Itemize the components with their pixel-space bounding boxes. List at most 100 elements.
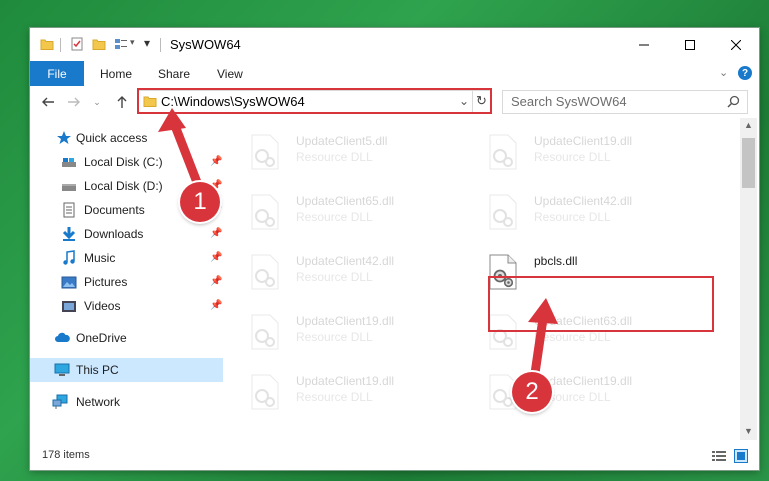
sidebar-item-onedrive[interactable]: OneDrive bbox=[30, 326, 223, 350]
back-button[interactable] bbox=[40, 94, 56, 110]
file-name: UpdateClient65.dll bbox=[296, 194, 395, 208]
expand-ribbon-icon[interactable]: ⌄ bbox=[719, 66, 728, 79]
dll-file-icon bbox=[251, 314, 279, 350]
dll-file-icon bbox=[489, 194, 517, 230]
scrollbar-thumb[interactable] bbox=[742, 138, 755, 188]
file-type: Resource DLL bbox=[296, 270, 373, 284]
forward-arrow-icon bbox=[68, 97, 80, 107]
sidebar-item-label: Documents bbox=[84, 203, 145, 217]
back-arrow-icon bbox=[42, 97, 54, 107]
file-type: Resource DLL bbox=[534, 150, 611, 164]
details-view-icon[interactable] bbox=[712, 450, 726, 462]
file-item[interactable]: UpdateClient42.dll Resource DLL bbox=[464, 188, 694, 240]
file-item[interactable]: UpdateClient65.dll Resource DLL bbox=[226, 188, 456, 240]
navigation-pane: Quick access Local Disk (C:) 📌 Local Dis… bbox=[30, 118, 226, 440]
dll-file-icon bbox=[251, 134, 279, 170]
sidebar-item-label: This PC bbox=[76, 363, 119, 377]
maximize-button[interactable] bbox=[667, 28, 713, 61]
tab-view[interactable]: View bbox=[217, 67, 243, 81]
sidebar-item-label: Videos bbox=[84, 299, 121, 313]
file-type: Resource DLL bbox=[296, 390, 373, 404]
scroll-down-icon[interactable]: ▼ bbox=[744, 426, 753, 436]
pin-icon[interactable]: 📌 bbox=[210, 276, 222, 287]
file-name: pbcls.dll bbox=[534, 254, 578, 268]
minimize-icon bbox=[639, 44, 649, 45]
file-item[interactable]: UpdateClient5.dll Resource DLL bbox=[226, 128, 456, 180]
up-button[interactable] bbox=[114, 94, 130, 110]
file-item[interactable]: UpdateClient42.dll Resource DLL bbox=[226, 248, 456, 300]
close-icon bbox=[731, 39, 741, 50]
videos-icon bbox=[62, 301, 76, 312]
sidebar-item-local-disk-c[interactable]: Local Disk (C:) 📌 bbox=[30, 150, 223, 174]
sidebar-item-pictures[interactable]: Pictures 📌 bbox=[30, 270, 223, 294]
file-tab[interactable]: File bbox=[30, 61, 84, 86]
file-item[interactable]: UpdateClient19.dll Resource DLL bbox=[226, 308, 456, 360]
search-box[interactable]: Search SysWOW64 bbox=[502, 90, 748, 114]
file-type: Resource DLL bbox=[534, 210, 611, 224]
file-type: Resource DLL bbox=[296, 210, 373, 224]
download-icon bbox=[62, 227, 76, 241]
folder-icon bbox=[40, 39, 54, 50]
qat-dropdown-icon[interactable]: ▾ bbox=[130, 37, 135, 48]
address-bar-highlight bbox=[137, 88, 492, 114]
recent-locations-button[interactable]: ⌄ bbox=[92, 94, 102, 110]
computer-icon bbox=[54, 363, 70, 376]
file-highlight bbox=[488, 276, 714, 332]
file-name: UpdateClient5.dll bbox=[296, 134, 388, 148]
step-badge-1: 1 bbox=[180, 182, 220, 222]
chevron-down-icon: ⌄ bbox=[93, 96, 101, 107]
pin-icon[interactable]: 📌 bbox=[210, 228, 222, 239]
file-list: UpdateClient5.dll Resource DLL UpdateCli… bbox=[226, 118, 740, 440]
minimize-button[interactable] bbox=[621, 28, 667, 61]
sidebar-item-label: Quick access bbox=[76, 131, 148, 145]
dll-file-icon bbox=[251, 254, 279, 290]
pin-icon[interactable]: 📌 bbox=[210, 300, 222, 311]
file-name: UpdateClient42.dll bbox=[534, 194, 633, 208]
network-icon bbox=[52, 394, 68, 409]
file-item[interactable]: UpdateClient19.dll Resource DLL bbox=[464, 128, 694, 180]
dll-file-icon bbox=[489, 134, 517, 170]
file-type: Resource DLL bbox=[534, 330, 611, 344]
star-icon bbox=[57, 131, 71, 144]
tab-share[interactable]: Share bbox=[158, 67, 190, 81]
sidebar-item-videos[interactable]: Videos 📌 bbox=[30, 294, 223, 318]
qat-menu-icon[interactable]: ▾ bbox=[144, 36, 150, 50]
ribbon: File Home Share View ⌄ ? bbox=[30, 61, 759, 87]
sidebar-item-label: Network bbox=[76, 395, 121, 409]
up-arrow-icon bbox=[117, 96, 127, 108]
customize-qat-icon[interactable] bbox=[114, 37, 128, 51]
sidebar-item-music[interactable]: Music 📌 bbox=[30, 246, 223, 270]
tab-home[interactable]: Home bbox=[100, 67, 132, 81]
pin-icon[interactable]: 📌 bbox=[210, 156, 222, 167]
qat-divider bbox=[60, 38, 61, 52]
scroll-up-icon[interactable]: ▲ bbox=[744, 120, 753, 130]
new-folder-icon[interactable] bbox=[92, 37, 106, 51]
properties-icon[interactable] bbox=[70, 37, 84, 51]
help-icon[interactable]: ? bbox=[738, 66, 752, 80]
window-title: SysWOW64 bbox=[170, 37, 241, 52]
dll-file-icon bbox=[251, 194, 279, 230]
sidebar-item-this-pc[interactable]: This PC bbox=[30, 358, 223, 382]
sidebar-item-label: Pictures bbox=[84, 275, 128, 289]
sidebar-item-label: OneDrive bbox=[76, 331, 127, 345]
maximize-icon bbox=[685, 39, 695, 50]
pin-icon[interactable]: 📌 bbox=[210, 252, 222, 263]
sidebar-item-label: Local Disk (D:) bbox=[84, 179, 163, 193]
documents-icon bbox=[63, 202, 75, 218]
search-icon bbox=[727, 95, 740, 108]
file-item[interactable]: UpdateClient19.dll Resource DLL bbox=[464, 368, 694, 420]
sidebar-item-network[interactable]: Network bbox=[30, 390, 223, 414]
file-name: UpdateClient19.dll bbox=[296, 374, 395, 388]
close-button[interactable] bbox=[713, 28, 759, 61]
large-icons-view-icon[interactable] bbox=[734, 449, 748, 463]
sidebar-item-label: Downloads bbox=[84, 227, 144, 241]
file-type: Resource DLL bbox=[296, 150, 373, 164]
item-count: 178 items bbox=[42, 449, 90, 461]
forward-button[interactable] bbox=[66, 94, 82, 110]
vertical-scrollbar[interactable]: ▲ ▼ bbox=[740, 118, 757, 440]
sidebar-item-downloads[interactable]: Downloads 📌 bbox=[30, 222, 223, 246]
file-explorer-window: ▾ ▾ SysWOW64 File Home Share View ⌄ ? ⌄ bbox=[30, 28, 759, 470]
sidebar-item-quick-access[interactable]: Quick access bbox=[30, 126, 223, 150]
file-item[interactable]: UpdateClient19.dll Resource DLL bbox=[226, 368, 456, 420]
dll-file-icon bbox=[251, 374, 279, 410]
